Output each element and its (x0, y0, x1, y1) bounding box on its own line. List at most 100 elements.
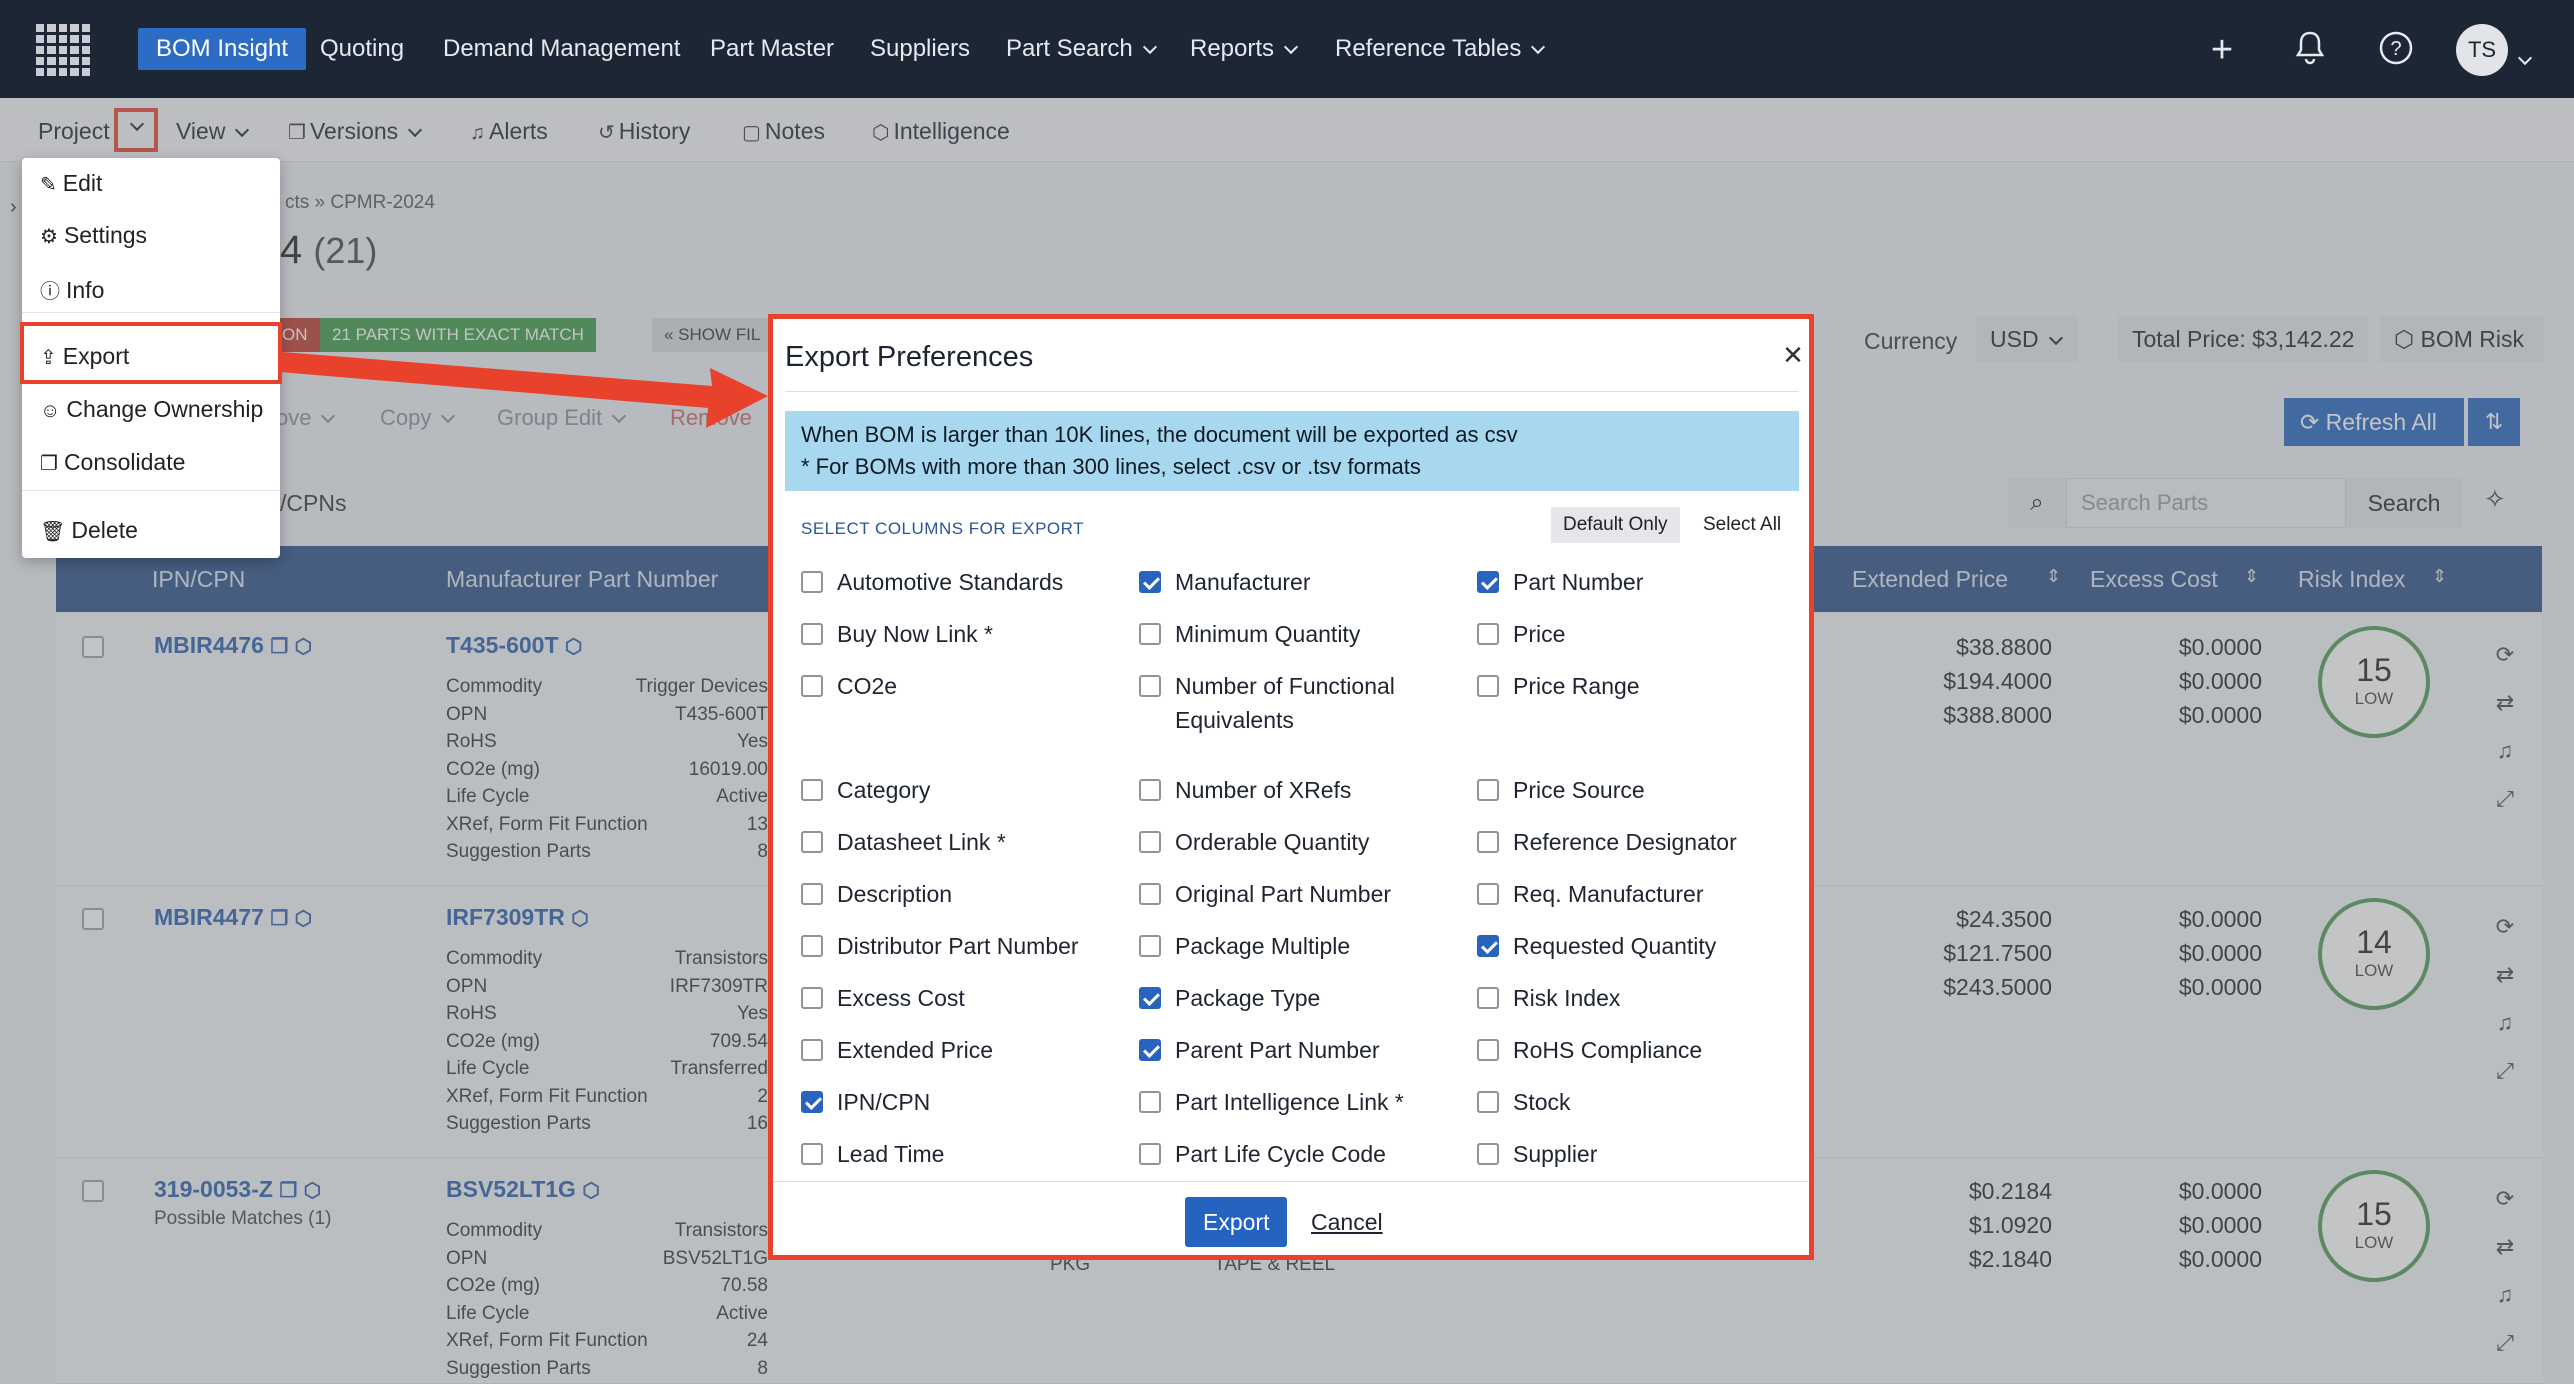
checkbox[interactable] (801, 831, 823, 853)
checkbox[interactable] (1477, 675, 1499, 697)
help-icon[interactable]: ? (2376, 30, 2416, 70)
checkbox[interactable] (1139, 675, 1161, 697)
export-option-part-life-cycle-code[interactable]: Part Life Cycle Code (1139, 1137, 1459, 1171)
export-option-part-number[interactable]: Part Number (1477, 565, 1797, 599)
export-option-part-intelligence-link-label: Part Intelligence Link * (1175, 1089, 1404, 1115)
export-option-datasheet-link[interactable]: Datasheet Link * (801, 825, 1121, 859)
settings-icon: ⚙ (40, 226, 58, 248)
nav-bom-insight[interactable]: BOM Insight (138, 28, 307, 70)
checkbox[interactable] (1139, 935, 1161, 957)
checkbox[interactable] (1139, 883, 1161, 905)
nav-reports-label: Reports (1190, 35, 1275, 62)
export-option-risk-index[interactable]: Risk Index (1477, 981, 1797, 1015)
checkbox[interactable] (1139, 1091, 1161, 1113)
checkbox[interactable] (1477, 779, 1499, 801)
chevron-down-icon[interactable] (2517, 46, 2533, 74)
checkbox[interactable] (1477, 1091, 1499, 1113)
export-option-distributor-part-number[interactable]: Distributor Part Number (801, 929, 1121, 963)
logo-cell (70, 35, 79, 43)
export-button[interactable]: Export (1185, 1197, 1288, 1247)
checkbox[interactable] (801, 935, 823, 957)
export-option-automotive-standards[interactable]: Automotive Standards (801, 565, 1121, 599)
logo-cell (81, 68, 90, 76)
export-option-price[interactable]: Price (1477, 617, 1797, 651)
checkbox[interactable] (1139, 779, 1161, 801)
select-all-button[interactable]: Select All (1691, 507, 1794, 543)
export-option-rohs-compliance-label: RoHS Compliance (1513, 1037, 1703, 1063)
checkbox[interactable] (1477, 883, 1499, 905)
export-option-supplier[interactable]: Supplier (1477, 1137, 1797, 1171)
checkbox[interactable] (801, 779, 823, 801)
close-icon[interactable]: ✕ (1779, 341, 1807, 369)
checkbox[interactable] (1477, 935, 1499, 957)
checkbox[interactable] (801, 883, 823, 905)
nav-demand-management[interactable]: Demand Management (443, 28, 680, 70)
menu-item-delete[interactable]: 🗑 Delete (40, 517, 138, 544)
export-option-reference-designator[interactable]: Reference Designator (1477, 825, 1797, 859)
checkbox[interactable] (1477, 571, 1499, 593)
export-option-price-source[interactable]: Price Source (1477, 773, 1797, 807)
cancel-button[interactable]: Cancel (1311, 1197, 1383, 1247)
menu-item-edit[interactable]: ✎ Edit (40, 170, 102, 197)
export-option-rohs-compliance[interactable]: RoHS Compliance (1477, 1033, 1797, 1067)
menu-item-export[interactable]: ⇪ Export (40, 343, 129, 370)
export-option-part-intelligence-link[interactable]: Part Intelligence Link * (1139, 1085, 1459, 1119)
checkbox[interactable] (1139, 623, 1161, 645)
export-option-manufacturer[interactable]: Manufacturer (1139, 565, 1459, 599)
default-only-button[interactable]: Default Only (1551, 507, 1680, 543)
nav-part-search[interactable]: Part Search (1006, 28, 1157, 70)
checkbox[interactable] (801, 1143, 823, 1165)
nav-reports[interactable]: Reports (1190, 28, 1299, 70)
export-option-ipn-cpn[interactable]: IPN/CPN (801, 1085, 1121, 1119)
export-option-lead-time[interactable]: Lead Time (801, 1137, 1121, 1171)
export-option-datasheet-link-label: Datasheet Link * (837, 829, 1006, 855)
checkbox[interactable] (1477, 623, 1499, 645)
menu-item-settings[interactable]: ⚙ Settings (40, 222, 147, 249)
export-option-req-manufacturer[interactable]: Req. Manufacturer (1477, 877, 1797, 911)
export-option-number-of-xrefs[interactable]: Number of XRefs (1139, 773, 1459, 807)
bell-icon[interactable] (2290, 30, 2330, 70)
checkbox[interactable] (1139, 571, 1161, 593)
export-option-buy-now-link[interactable]: Buy Now Link * (801, 617, 1121, 651)
app-grid-logo[interactable] (36, 24, 90, 76)
export-option-co2e[interactable]: CO2e (801, 669, 1121, 703)
plus-icon[interactable]: + (2202, 30, 2242, 70)
nav-part-master[interactable]: Part Master (710, 28, 834, 70)
export-option-package-type[interactable]: Package Type (1139, 981, 1459, 1015)
checkbox[interactable] (1139, 1143, 1161, 1165)
user-avatar[interactable]: TS (2456, 24, 2508, 76)
menu-item-info[interactable]: ⓘ Info (40, 275, 104, 304)
checkbox[interactable] (801, 987, 823, 1009)
export-option-requested-quantity[interactable]: Requested Quantity (1477, 929, 1797, 963)
export-option-parent-part-number[interactable]: Parent Part Number (1139, 1033, 1459, 1067)
checkbox[interactable] (1477, 987, 1499, 1009)
menu-item-change-ownership[interactable]: ☺ Change Ownership (40, 396, 263, 423)
export-option-stock[interactable]: Stock (1477, 1085, 1797, 1119)
export-option-price-range[interactable]: Price Range (1477, 669, 1797, 703)
checkbox[interactable] (1477, 1039, 1499, 1061)
export-option-extended-price[interactable]: Extended Price (801, 1033, 1121, 1067)
nav-reference-tables[interactable]: Reference Tables (1335, 28, 1546, 70)
checkbox[interactable] (801, 675, 823, 697)
export-option-package-multiple[interactable]: Package Multiple (1139, 929, 1459, 963)
checkbox[interactable] (801, 1039, 823, 1061)
export-option-orderable-quantity[interactable]: Orderable Quantity (1139, 825, 1459, 859)
checkbox[interactable] (1139, 831, 1161, 853)
checkbox[interactable] (1139, 1039, 1161, 1061)
checkbox[interactable] (1139, 987, 1161, 1009)
export-option-minimum-quantity[interactable]: Minimum Quantity (1139, 617, 1459, 651)
export-option-description[interactable]: Description (801, 877, 1121, 911)
nav-suppliers[interactable]: Suppliers (870, 28, 970, 70)
checkbox[interactable] (801, 1091, 823, 1113)
export-option-original-part-number[interactable]: Original Part Number (1139, 877, 1459, 911)
logo-cell (70, 57, 79, 65)
export-option-category[interactable]: Category (801, 773, 1121, 807)
menu-item-consolidate[interactable]: ❐ Consolidate (40, 449, 185, 476)
checkbox[interactable] (801, 623, 823, 645)
nav-quoting[interactable]: Quoting (320, 28, 404, 70)
export-option-excess-cost[interactable]: Excess Cost (801, 981, 1121, 1015)
checkbox[interactable] (1477, 1143, 1499, 1165)
checkbox[interactable] (1477, 831, 1499, 853)
checkbox[interactable] (801, 571, 823, 593)
export-option-number-of-functional-equivalents[interactable]: Number of Functional Equivalents (1139, 669, 1459, 737)
